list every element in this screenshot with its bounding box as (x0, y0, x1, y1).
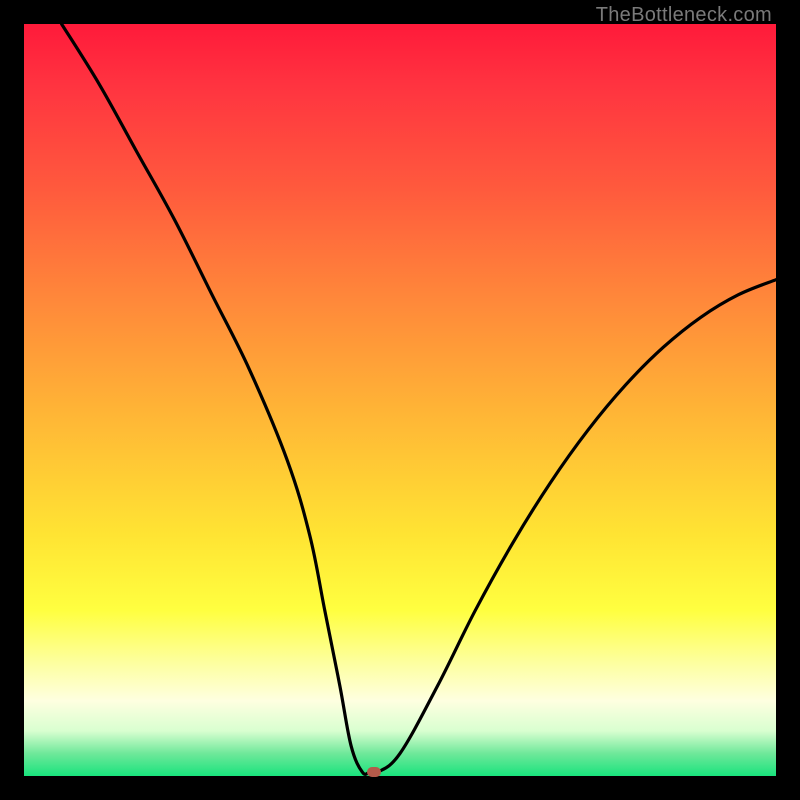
optimal-marker (367, 767, 381, 777)
chart-frame: TheBottleneck.com (0, 0, 800, 800)
bottleneck-curve (24, 24, 776, 776)
watermark-text: TheBottleneck.com (596, 4, 772, 27)
plot-area (24, 24, 776, 776)
